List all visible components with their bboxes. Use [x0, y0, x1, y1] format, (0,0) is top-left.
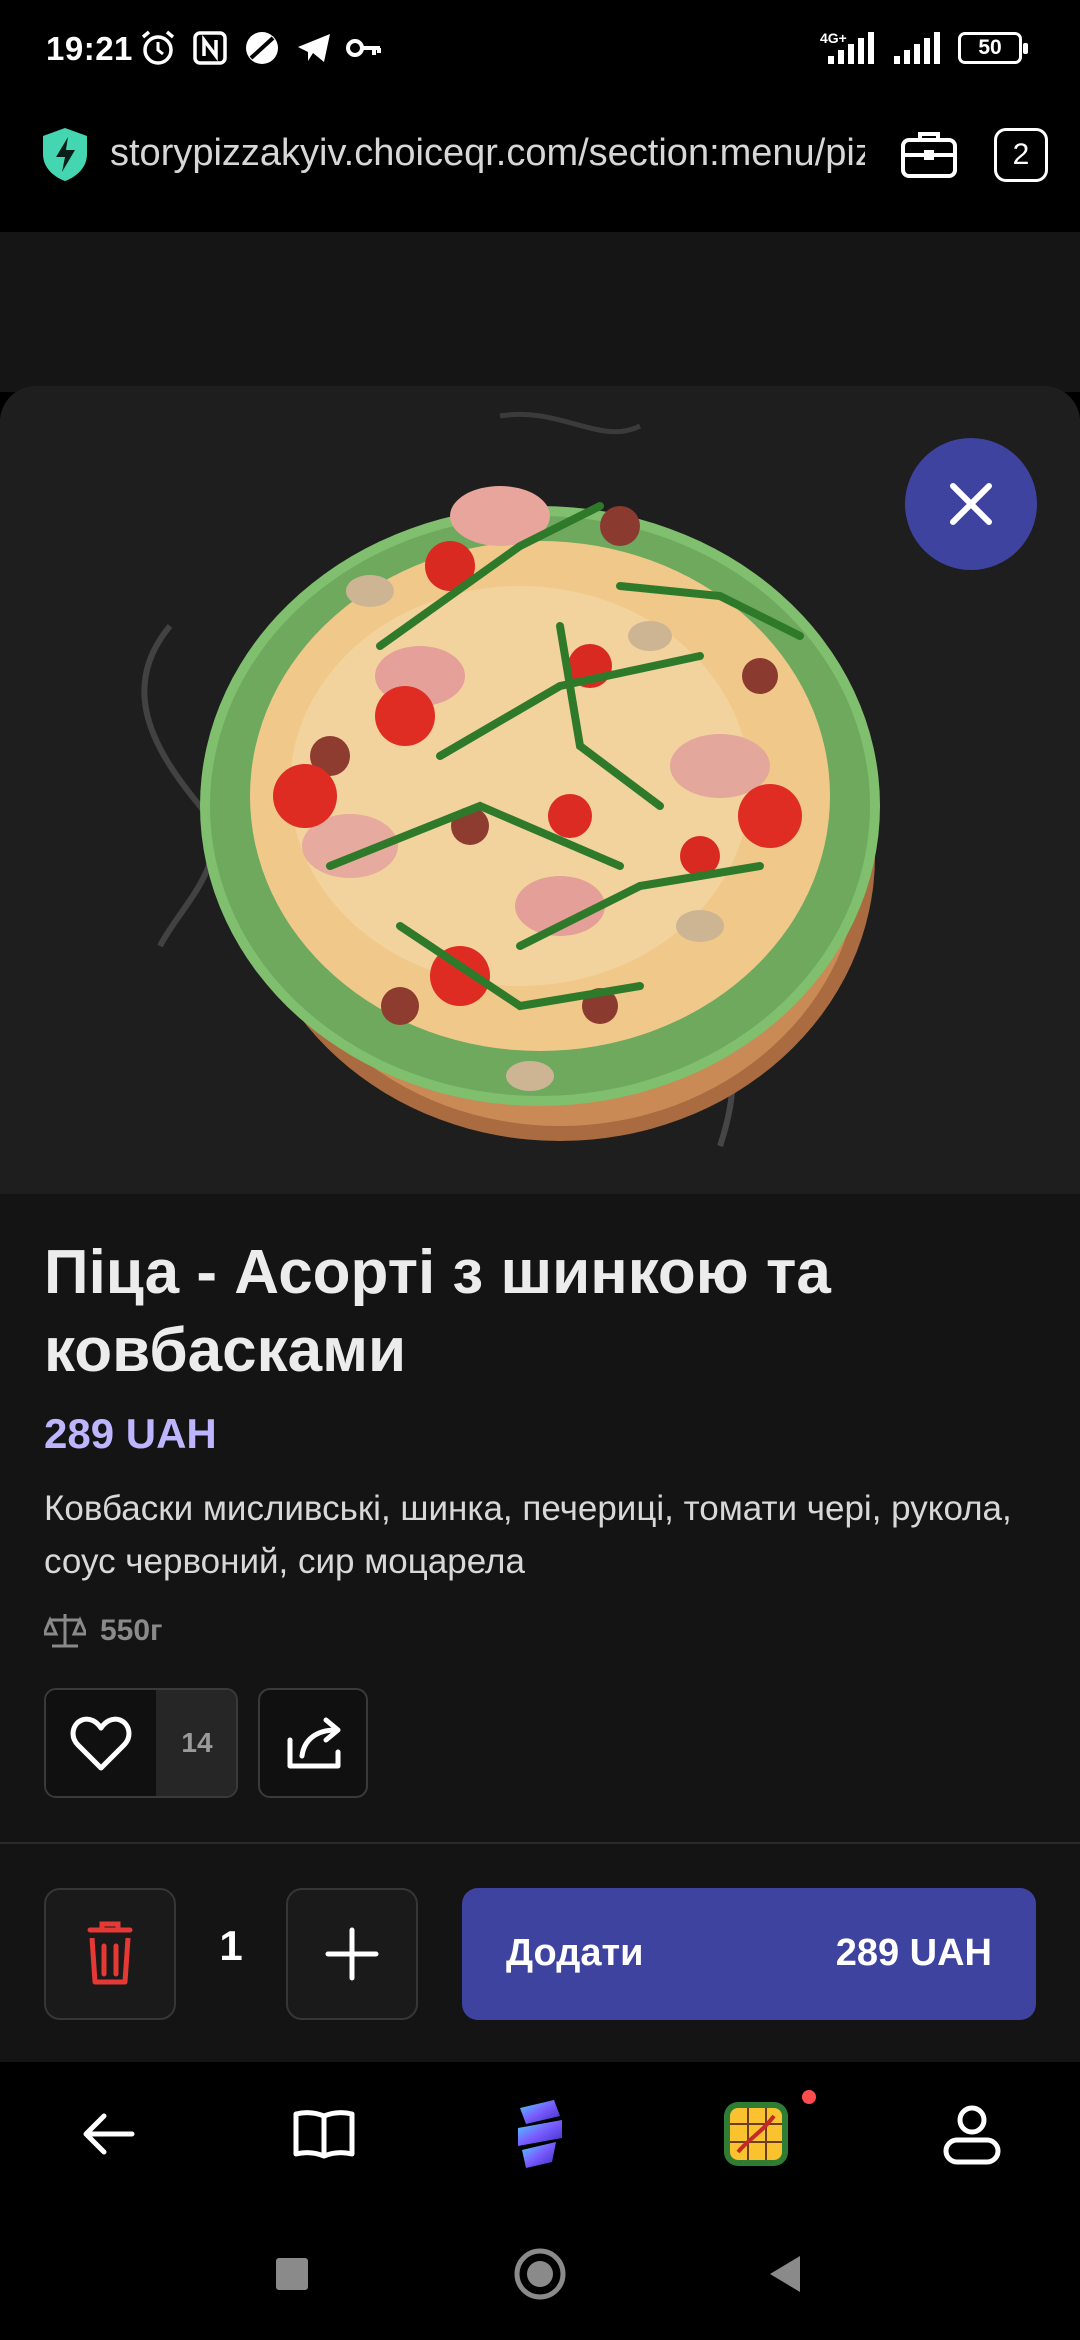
close-icon [950, 483, 992, 525]
increase-quantity-button[interactable] [286, 1888, 418, 2020]
add-to-cart-button[interactable]: Додати 289 UAH [462, 1888, 1036, 2020]
signal-icon [894, 32, 940, 64]
back-triangle-icon[interactable] [764, 2252, 808, 2296]
nfc-icon [193, 31, 227, 65]
add-button-price: 289 UAH [835, 1932, 992, 1974]
telegram-icon [298, 34, 330, 62]
product-description: Ковбаски мисливські, шинка, печериці, то… [44, 1489, 1012, 1581]
bookmarks-icon[interactable] [284, 2094, 364, 2174]
close-button[interactable] [905, 438, 1037, 570]
system-nav-bar [0, 2210, 1080, 2340]
like-count: 14 [156, 1690, 236, 1796]
recents-icon[interactable] [272, 2254, 312, 2294]
browser-address-bar: storypizzakyiv.choiceqr.com/section:menu… [0, 100, 1080, 232]
product-price: 289 UAH [44, 1410, 217, 1457]
like-button[interactable] [46, 1690, 156, 1796]
back-icon[interactable] [68, 2094, 148, 2174]
battery-level: 50 [978, 36, 1002, 59]
share-button[interactable] [258, 1688, 368, 1798]
delete-button[interactable] [44, 1888, 176, 2020]
key-icon [346, 39, 381, 57]
pizza-photo [0, 386, 1080, 1194]
quantity-value: 1 [219, 1922, 243, 1969]
alarm-icon [141, 30, 175, 65]
add-button-label: Додати [506, 1932, 644, 1974]
status-bar: 19:21 4G+ 50 [0, 0, 1080, 100]
plus-icon [325, 1927, 379, 1981]
divider [0, 1842, 1080, 1844]
briefcase-icon[interactable] [900, 128, 958, 180]
product-modal: Піца - Асорті з шинкою та ковбасками 289… [0, 386, 1080, 2062]
home-icon[interactable] [512, 2246, 568, 2302]
profile-icon[interactable] [932, 2094, 1012, 2174]
app-icon [246, 32, 278, 64]
status-time: 19:21 [46, 30, 133, 67]
tabs-count-button[interactable]: 2 [994, 128, 1048, 182]
game-icon[interactable] [716, 2094, 796, 2174]
page-behind-overlay [0, 232, 1080, 392]
battery-icon: 50 [958, 32, 1028, 64]
scale-icon [44, 1614, 86, 1648]
like-group: 14 [44, 1688, 238, 1798]
shield-icon[interactable] [40, 126, 90, 182]
product-title: Піца - Асорті з шинкою та ковбасками [44, 1238, 831, 1385]
browser-bottom-nav [0, 2062, 1080, 2210]
heart-icon [70, 1716, 132, 1771]
weight-value: 550г [100, 1614, 163, 1647]
notification-dot [802, 2090, 816, 2104]
signal-icon [828, 32, 874, 64]
share-icon [287, 1717, 341, 1769]
trash-icon [87, 1921, 133, 1985]
url-field[interactable]: storypizzakyiv.choiceqr.com/section:menu… [110, 132, 865, 182]
app-logo-icon[interactable] [500, 2094, 580, 2174]
